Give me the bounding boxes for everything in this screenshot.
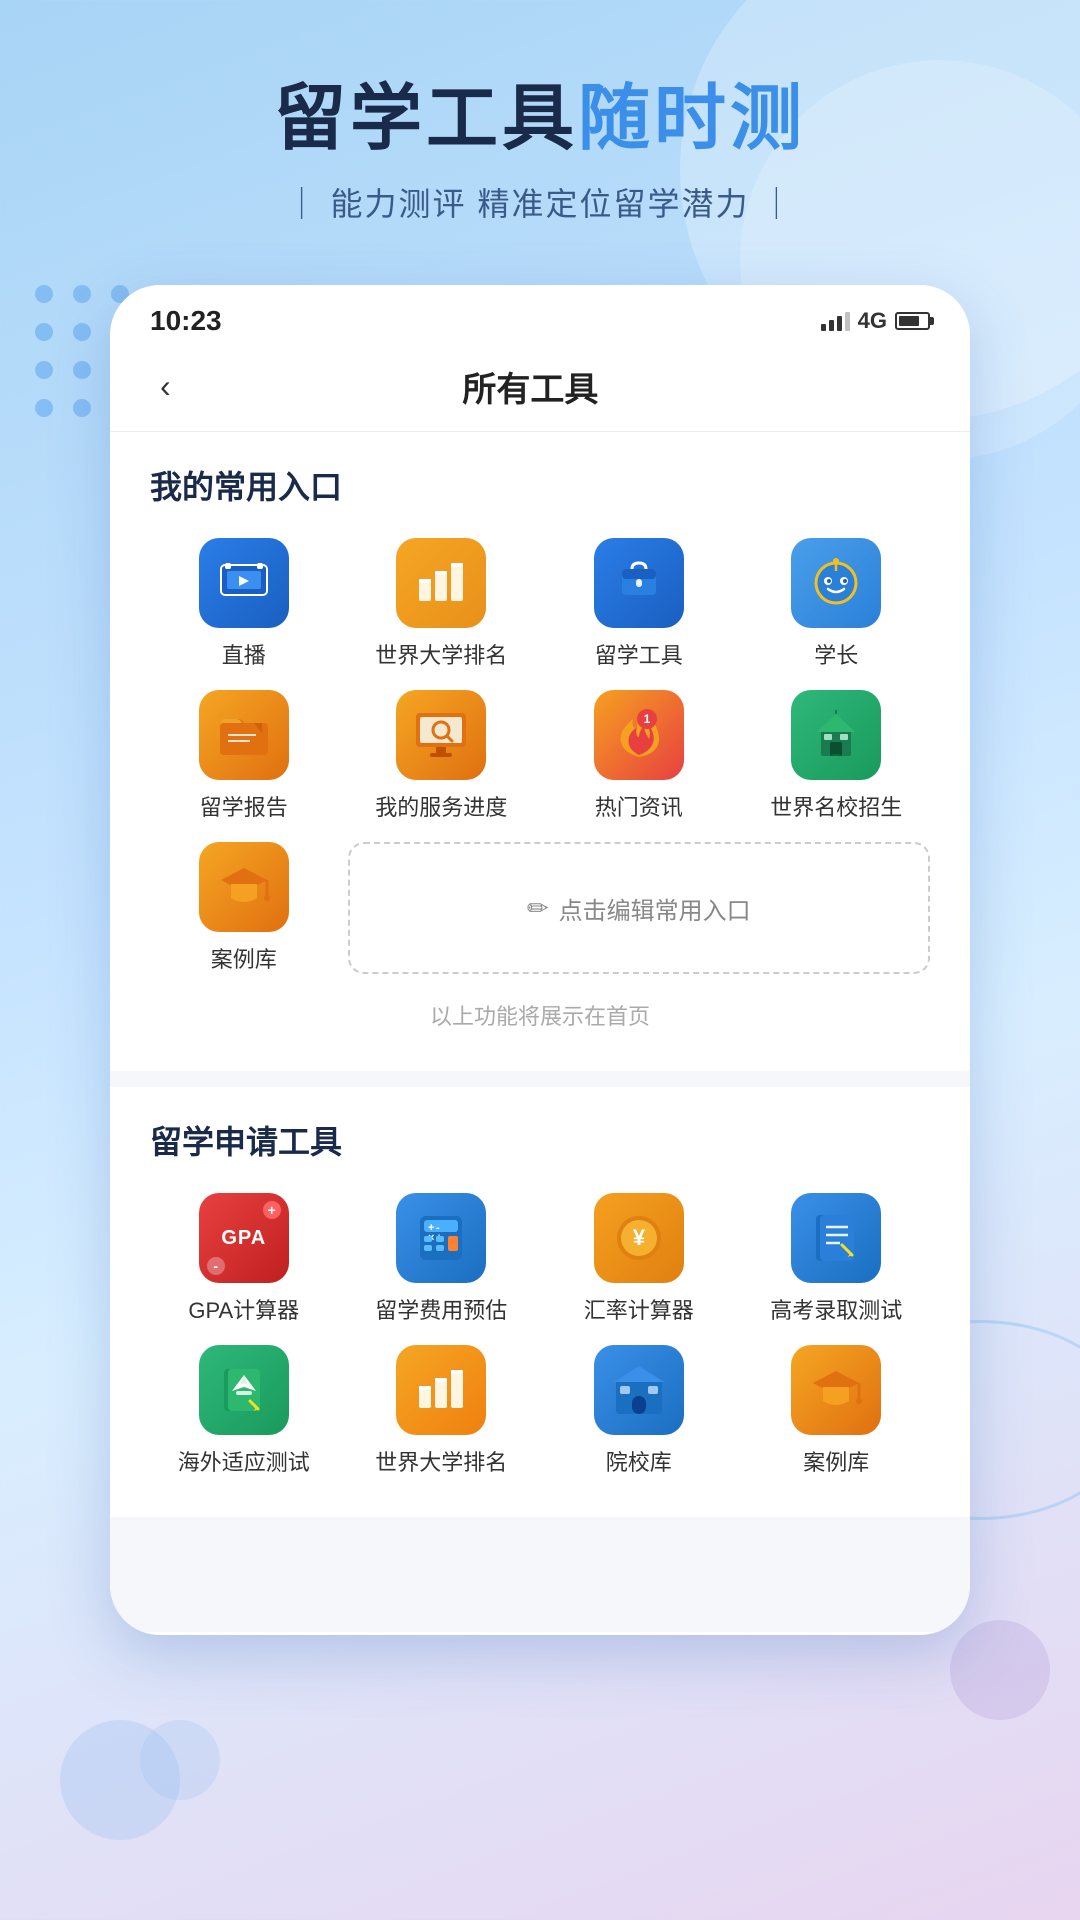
tools-label: 留学工具 [595,638,683,670]
frequent-item-service[interactable]: 我的服务进度 [348,690,536,822]
cost-icon: + - × ÷ [396,1193,486,1283]
nav-bar: ‹ 所有工具 [110,347,970,432]
ranking2-icon [396,1345,486,1435]
header-section: 留学工具随时测 ｜ 能力测评 精准定位留学潜力 ｜ [0,0,1080,265]
frequent-item-senior[interactable]: 学长 [743,538,931,670]
currency-label: 汇率计算器 [584,1293,694,1325]
frequent-section: 我的常用入口 直播 [110,432,970,1071]
svg-text:1: 1 [643,712,650,726]
frequent-item-tools[interactable]: 留学工具 [545,538,733,670]
network-label: 4G [858,308,887,334]
edit-shortcut-label: 点击编辑常用入口 [559,891,751,926]
battery-icon [895,312,930,330]
content-area: 我的常用入口 直播 [110,432,970,1632]
page-title: 所有工具 [181,362,880,411]
frequent-icon-grid: 直播 世界大学排名 [150,538,930,974]
live-label: 直播 [222,638,266,670]
ranking-label: 世界大学排名 [375,638,507,670]
edit-shortcut-button[interactable]: ✏ 点击编辑常用入口 [348,842,931,974]
edit-icon: ✏ [527,893,549,924]
frequent-item-cases[interactable]: 案例库 [150,842,338,974]
service-icon [396,690,486,780]
schools2-label: 院校库 [606,1445,672,1477]
frequent-item-ranking[interactable]: 世界大学排名 [348,538,536,670]
title-part2: 随时测 [578,79,806,159]
frequent-item-news[interactable]: 1 热门资讯 [545,690,733,822]
gaokao-icon [791,1193,881,1283]
study-section-title: 留学申请工具 [150,1117,930,1163]
cases2-label: 案例库 [803,1445,869,1477]
gpa-label: GPA计算器 [188,1293,299,1325]
overseas-icon [199,1345,289,1435]
study-item-gpa[interactable]: GPA + - GPA计算器 [150,1193,338,1325]
overseas-label: 海外适应测试 [178,1445,310,1477]
report-label: 留学报告 [200,790,288,822]
currency-icon: ¥ [594,1193,684,1283]
service-label: 我的服务进度 [375,790,507,822]
study-item-currency[interactable]: ¥ 汇率计算器 [545,1193,733,1325]
ranking-icon [396,538,486,628]
title-part1: 留学工具 [274,79,578,159]
back-button[interactable]: ‹ [150,363,181,410]
ranking2-label: 世界大学排名 [375,1445,507,1477]
news-icon: 1 [594,690,684,780]
study-item-cost[interactable]: + - × ÷ 留学费用预估 [348,1193,536,1325]
study-item-overseas[interactable]: 海外适应测试 [150,1345,338,1477]
live-icon [199,538,289,628]
schools2-icon [594,1345,684,1435]
cases2-icon [791,1345,881,1435]
study-item-gaokao[interactable]: 高考录取测试 [743,1193,931,1325]
signal-icon [821,311,850,331]
cost-label: 留学费用预估 [375,1293,507,1325]
study-item-ranking[interactable]: 世界大学排名 [348,1345,536,1477]
status-icons: 4G [821,308,930,334]
frequent-item-report[interactable]: 留学报告 [150,690,338,822]
tools-icon [594,538,684,628]
frequent-item-schools[interactable]: 世界名校招生 [743,690,931,822]
gpa-icon: GPA + - [199,1193,289,1283]
news-label: 热门资讯 [595,790,683,822]
schools-label: 世界名校招生 [770,790,902,822]
phone-frame: 10:23 4G ‹ 所有工具 我的常用入口 [110,285,970,1635]
svg-text:¥: ¥ [633,1225,646,1250]
senior-icon [791,538,881,628]
frequent-section-title: 我的常用入口 [150,462,930,508]
status-time: 10:23 [150,305,222,337]
schools-icon [791,690,881,780]
senior-label: 学长 [814,638,858,670]
main-title: 留学工具随时测 [60,80,1020,159]
status-bar: 10:23 4G [110,285,970,347]
study-section: 留学申请工具 GPA + - GPA计算器 [110,1087,970,1517]
footer-hint: 以上功能将展示在首页 [150,984,930,1041]
cases-label: 案例库 [211,942,277,974]
cases-icon [199,842,289,932]
main-subtitle: ｜ 能力测评 精准定位留学潜力 ｜ [60,179,1020,225]
report-icon [199,690,289,780]
gaokao-label: 高考录取测试 [770,1293,902,1325]
frequent-item-live[interactable]: 直播 [150,538,338,670]
study-item-cases2[interactable]: 案例库 [743,1345,931,1477]
study-item-schools2[interactable]: 院校库 [545,1345,733,1477]
study-icon-grid: GPA + - GPA计算器 [150,1193,930,1477]
